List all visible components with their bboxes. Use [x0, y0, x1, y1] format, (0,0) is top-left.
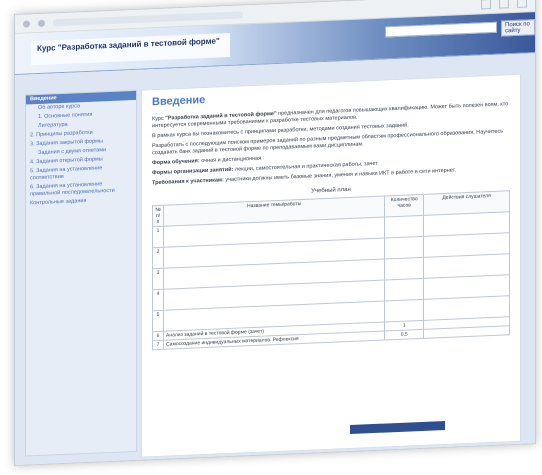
- row-number: 3: [152, 268, 164, 290]
- row-number: 7: [152, 340, 164, 350]
- org-label: Формы организации занятий:: [152, 166, 234, 177]
- back-icon[interactable]: [23, 19, 30, 28]
- sidebar: Введение Об авторе курса 1. Основные пон…: [25, 89, 137, 457]
- row-hours: [384, 257, 424, 280]
- forward-icon[interactable]: [38, 19, 45, 27]
- req-label: Требования к участникам:: [152, 177, 224, 187]
- row-number: 5: [152, 310, 164, 332]
- row-hours: [384, 278, 424, 301]
- row-number: 2: [152, 247, 164, 269]
- row-hours: [384, 215, 424, 238]
- page-body: Введение Об авторе курса 1. Основные пон…: [15, 53, 535, 467]
- main-content: Введение Курс "Разработка заданий в тест…: [141, 73, 521, 458]
- maximize-icon[interactable]: [499, 0, 509, 9]
- site-title: Курс "Разработка заданий в тестовой форм…: [31, 32, 230, 66]
- row-hours: [384, 236, 424, 259]
- column-header-hours: Количество часов: [384, 194, 424, 217]
- search-button[interactable]: Поиск по сайту: [501, 19, 535, 37]
- browser-screenshot: Курс "Разработка заданий в тестовой форм…: [0, 0, 542, 475]
- form-value: очная и дистанционная: [199, 155, 262, 165]
- minimize-icon[interactable]: [481, 0, 491, 10]
- toolbar-spacer: [251, 5, 473, 14]
- search-input[interactable]: [385, 21, 497, 38]
- address-bar[interactable]: [53, 10, 243, 26]
- intro-prefix: Курс: [152, 115, 166, 123]
- row-number: 4: [152, 289, 164, 311]
- study-plan-table: № п/п Название темы/работы Количество ча…: [152, 190, 510, 350]
- form-label: Форма обучения:: [152, 158, 200, 167]
- close-icon[interactable]: [517, 0, 527, 8]
- browser-window: Курс "Разработка заданий в тестовой форм…: [14, 0, 536, 467]
- row-hours: [384, 299, 424, 322]
- column-header-number: № п/п: [152, 205, 164, 227]
- row-number: 1: [152, 226, 164, 248]
- row-hours: 0,5: [384, 329, 424, 340]
